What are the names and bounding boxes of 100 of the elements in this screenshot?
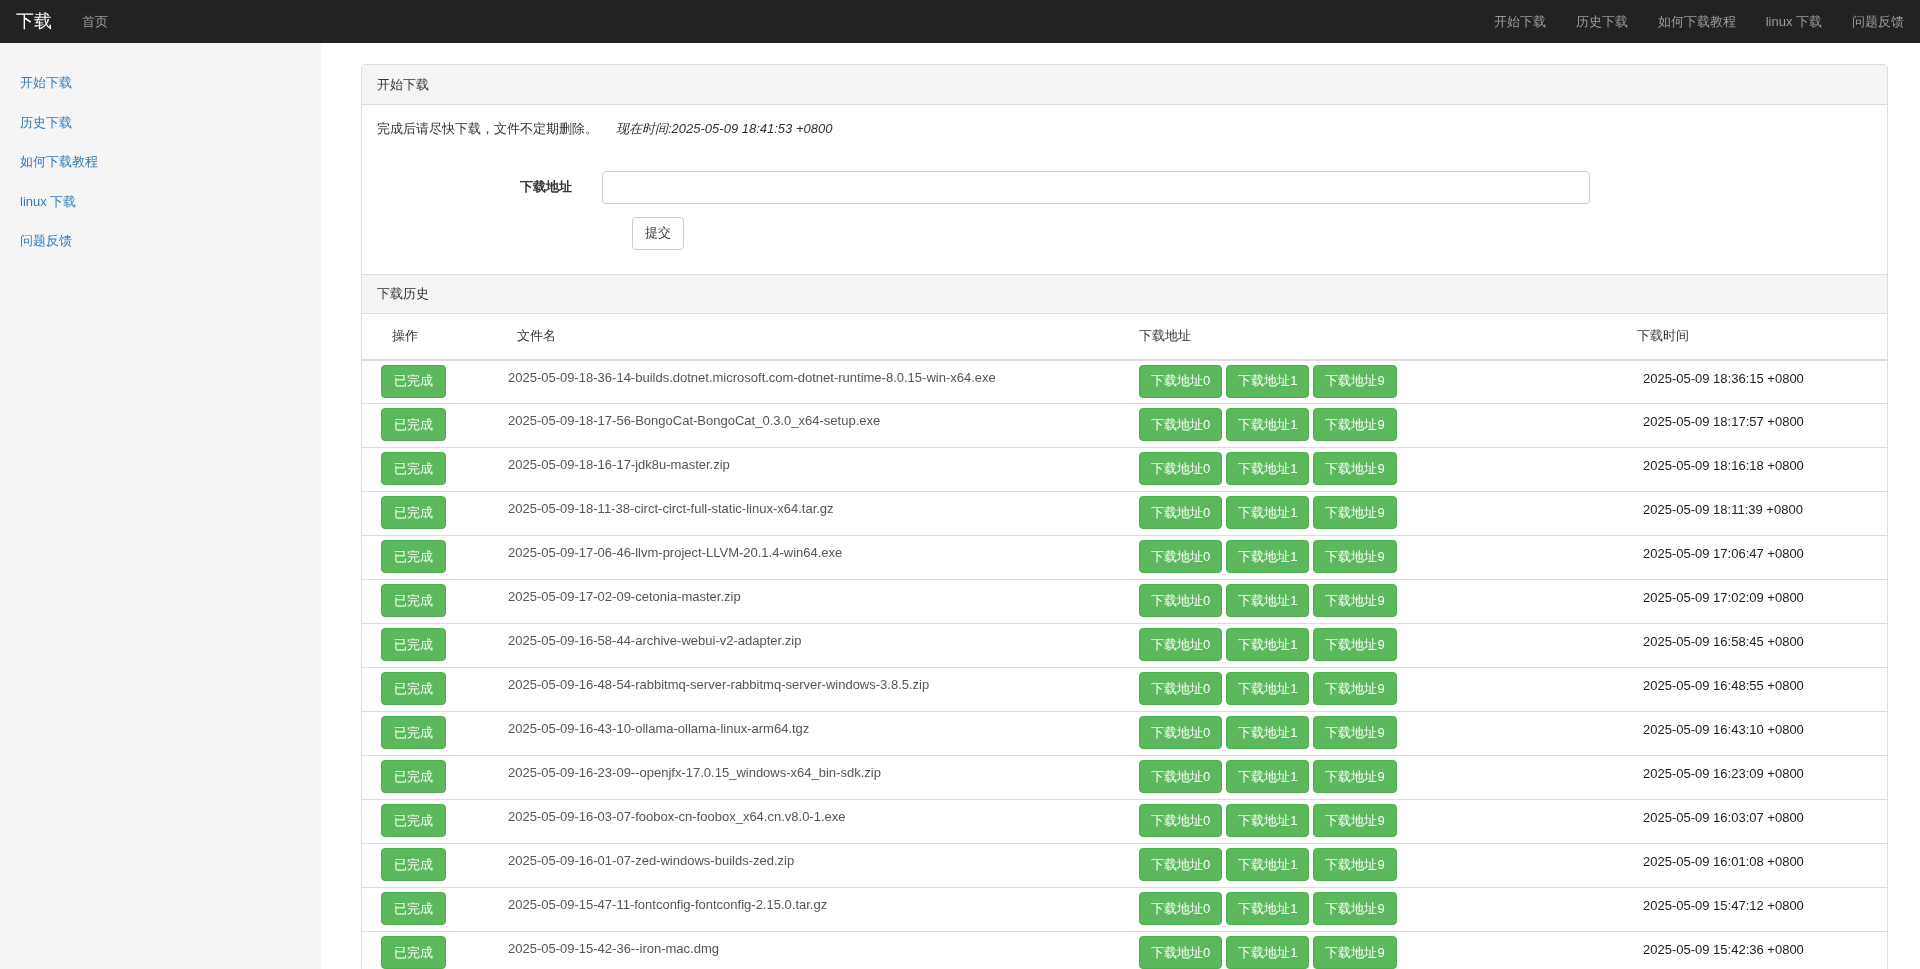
filename-cell: 2025-05-09-16-01-07-zed-windows-builds-zed.zip: [508, 853, 795, 868]
download-link-button[interactable]: 下载地址9: [1313, 848, 1397, 881]
time-cell: 2025-05-09 15:47:12 +0800: [1643, 898, 1804, 913]
download-link-button[interactable]: 下载地址1: [1226, 408, 1310, 441]
status-button[interactable]: 已完成: [381, 804, 446, 837]
download-link-button[interactable]: 下载地址0: [1139, 848, 1223, 881]
sidebar-link[interactable]: linux 下载: [0, 181, 321, 221]
download-link-button[interactable]: 下载地址1: [1226, 936, 1310, 969]
status-button[interactable]: 已完成: [381, 760, 446, 793]
notice-text: 完成后请尽快下载，文件不定期删除。: [377, 120, 598, 138]
column-header: 文件名: [492, 313, 1129, 360]
sidebar-link[interactable]: 历史下载: [0, 102, 321, 142]
filename-cell: 2025-05-09-18-17-56-BongoCat-BongoCat_0.3.0_x64-setup.exe: [508, 413, 881, 428]
download-link-button[interactable]: 下载地址0: [1139, 364, 1223, 398]
column-header: 操作: [362, 313, 492, 360]
time-cell: 2025-05-09 16:48:55 +0800: [1643, 678, 1804, 693]
nav-link[interactable]: 开始下载: [1493, 11, 1546, 32]
download-link-button[interactable]: 下载地址1: [1226, 892, 1310, 925]
filename-cell: 2025-05-09-17-02-09-cetonia-master.zip: [508, 589, 741, 604]
column-header: 下载地址: [1129, 313, 1629, 360]
download-link-button[interactable]: 下载地址1: [1226, 540, 1310, 573]
status-button[interactable]: 已完成: [381, 672, 446, 705]
download-link-button[interactable]: 下载地址0: [1139, 936, 1223, 969]
panel-heading: 开始下载: [362, 65, 1887, 105]
status-button[interactable]: 已完成: [381, 496, 446, 529]
time-cell: 2025-05-09 16:43:10 +0800: [1643, 722, 1804, 737]
status-button[interactable]: 已完成: [381, 584, 446, 617]
download-link-button[interactable]: 下载地址9: [1313, 628, 1397, 661]
sidebar-link[interactable]: 开始下载: [0, 63, 321, 103]
download-link-button[interactable]: 下载地址0: [1139, 628, 1223, 661]
filename-cell: 2025-05-09-16-48-54-rabbitmq-server-rabbitmq-server-windows-3.8.5.zip: [508, 677, 930, 692]
download-link-button[interactable]: 下载地址1: [1226, 760, 1310, 793]
download-link-button[interactable]: 下载地址0: [1139, 672, 1223, 705]
time-cell: 2025-05-09 18:17:57 +0800: [1643, 414, 1804, 429]
time-cell: 2025-05-09 16:03:07 +0800: [1643, 810, 1804, 825]
time-cell: 2025-05-09 15:42:36 +0800: [1643, 942, 1804, 957]
download-link-button[interactable]: 下载地址9: [1313, 672, 1397, 705]
download-link-button[interactable]: 下载地址1: [1226, 452, 1310, 485]
status-button[interactable]: 已完成: [381, 848, 446, 881]
nav-link[interactable]: linux 下载: [1765, 11, 1822, 32]
status-button[interactable]: 已完成: [381, 408, 446, 441]
download-link-button[interactable]: 下载地址1: [1226, 672, 1310, 705]
filename-cell: 2025-05-09-18-16-17-jdk8u-master.zip: [508, 457, 730, 472]
download-link-button[interactable]: 下载地址9: [1313, 584, 1397, 617]
sidebar-link[interactable]: 如何下载教程: [0, 142, 321, 182]
current-time: 现在时间:2025-05-09 18:41:53 +0800: [616, 120, 833, 138]
nav-link[interactable]: 如何下载教程: [1657, 11, 1736, 32]
brand-link[interactable]: 下载: [16, 8, 52, 35]
download-link-button[interactable]: 下载地址0: [1139, 496, 1223, 529]
filename-cell: 2025-05-09-18-36-14-builds.dotnet.microsoft.com-dotnet-runtime-8.0.15-win-x64.exe: [508, 369, 996, 385]
sidebar-link[interactable]: 问题反馈: [0, 221, 321, 261]
download-link-button[interactable]: 下载地址9: [1313, 760, 1397, 793]
status-button[interactable]: 已完成: [381, 452, 446, 485]
download-link-button[interactable]: 下载地址0: [1139, 408, 1223, 441]
nav-link[interactable]: 历史下载: [1575, 11, 1628, 32]
download-link-button[interactable]: 下载地址9: [1313, 892, 1397, 925]
download-link-button[interactable]: 下载地址0: [1139, 452, 1223, 485]
download-link-button[interactable]: 下载地址0: [1139, 892, 1223, 925]
filename-cell: 2025-05-09-15-42-36--iron-mac.dmg: [508, 941, 719, 956]
status-button[interactable]: 已完成: [381, 364, 446, 398]
download-link-button[interactable]: 下载地址1: [1226, 628, 1310, 661]
panel-heading: 下载历史: [362, 273, 1887, 314]
download-link-button[interactable]: 下载地址0: [1139, 760, 1223, 793]
status-button[interactable]: 已完成: [381, 892, 446, 925]
status-button[interactable]: 已完成: [381, 540, 446, 573]
download-link-button[interactable]: 下载地址1: [1226, 804, 1310, 837]
status-button[interactable]: 已完成: [381, 936, 446, 969]
download-link-button[interactable]: 下载地址1: [1226, 496, 1310, 529]
url-input-field[interactable]: [602, 170, 1590, 204]
time-cell: 2025-05-09 18:11:39 +0800: [1643, 502, 1803, 517]
download-link-button[interactable]: 下载地址0: [1139, 716, 1223, 749]
time-cell: 2025-05-09 16:23:09 +0800: [1643, 766, 1804, 781]
filename-cell: 2025-05-09-16-58-44-archive-webui-v2-adapter.zip: [508, 633, 802, 648]
filename-cell: 2025-05-09-15-47-11-fontconfig-fontconfig-2.15.0.tar.gz: [508, 897, 828, 912]
download-link-button[interactable]: 下载地址0: [1139, 584, 1223, 617]
time-cell: 2025-05-09 17:06:47 +0800: [1643, 546, 1804, 561]
download-link-button[interactable]: 下载地址0: [1139, 804, 1223, 837]
download-link-button[interactable]: 下载地址1: [1226, 716, 1310, 749]
time-cell: 2025-05-09 17:02:09 +0800: [1643, 590, 1804, 605]
filename-cell: 2025-05-09-17-06-46-llvm-project-LLVM-20.1.4-win64.exe: [508, 545, 843, 560]
download-link-button[interactable]: 下载地址1: [1226, 584, 1310, 617]
download-link-button[interactable]: 下载地址1: [1226, 848, 1310, 881]
filename-cell: 2025-05-09-16-23-09--openjfx-17.0.15_windows-x64_bin-sdk.zip: [508, 765, 881, 780]
download-link-button[interactable]: 下载地址9: [1313, 364, 1397, 398]
filename-cell: 2025-05-09-16-03-07-foobox-cn-foobox_x64.cn.v8.0-1.exe: [508, 809, 846, 824]
download-link-button[interactable]: 下载地址9: [1313, 408, 1397, 441]
download-link-button[interactable]: 下载地址9: [1313, 496, 1397, 529]
download-link-button[interactable]: 下载地址9: [1313, 452, 1397, 485]
nav-link[interactable]: 问题反馈: [1852, 11, 1904, 32]
download-link-button[interactable]: 下载地址9: [1313, 804, 1397, 837]
download-link-button[interactable]: 下载地址9: [1313, 716, 1397, 749]
column-header: 下载时间: [1629, 313, 1887, 360]
download-link-button[interactable]: 下载地址1: [1226, 364, 1310, 398]
download-link-button[interactable]: 下载地址0: [1139, 540, 1223, 573]
status-button[interactable]: 已完成: [381, 628, 446, 661]
home-link[interactable]: 首页: [82, 11, 108, 32]
download-link-button[interactable]: 下载地址9: [1313, 540, 1397, 573]
submit-button[interactable]: 提交: [632, 216, 684, 250]
download-link-button[interactable]: 下载地址9: [1313, 936, 1397, 969]
status-button[interactable]: 已完成: [381, 716, 446, 749]
